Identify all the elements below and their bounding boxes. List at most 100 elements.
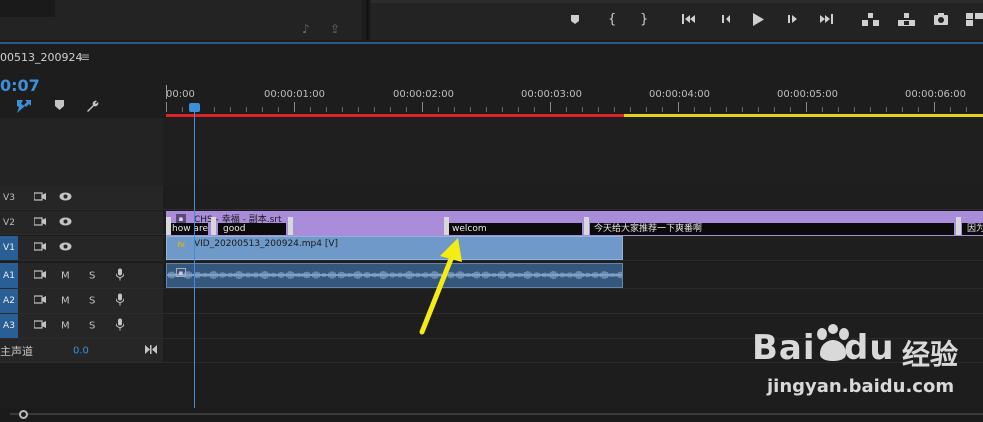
caption-edge-marker[interactable] <box>288 217 293 235</box>
snap-icon[interactable] <box>17 100 31 116</box>
playhead-handle[interactable] <box>189 103 200 112</box>
mark-out-icon[interactable]: } <box>640 10 648 28</box>
ruler-tick <box>966 107 967 112</box>
ruler-tick <box>534 107 535 112</box>
ruler-tick <box>454 107 455 112</box>
ruler-tick <box>742 107 743 112</box>
audio-only-icon[interactable]: ♪ <box>302 22 310 36</box>
sequence-menu-icon[interactable]: ≡ <box>80 50 90 64</box>
ruler-tick <box>326 107 327 112</box>
go-to-in-icon[interactable] <box>682 10 696 28</box>
ruler-tick <box>582 107 583 112</box>
sequence-tab[interactable]: 00513_200924 <box>0 51 82 64</box>
source-monitor-viewport <box>0 0 55 17</box>
mute-button[interactable]: M <box>61 270 70 281</box>
ruler-tick <box>934 102 935 112</box>
step-back-icon[interactable] <box>718 10 730 28</box>
track-lane-v3[interactable] <box>166 186 983 209</box>
play-icon[interactable] <box>752 10 764 28</box>
playhead-timecode[interactable]: 0:07 <box>0 76 40 95</box>
sync-lock-icon[interactable] <box>33 295 46 307</box>
track-header-empty-area <box>0 118 163 186</box>
solo-button[interactable]: S <box>89 296 95 307</box>
voice-over-mic-icon[interactable] <box>115 318 125 334</box>
track-header-a1: A1 M S <box>0 263 163 288</box>
add-marker-timeline-icon[interactable] <box>55 100 64 113</box>
ruler-tick <box>358 107 359 112</box>
ruler-tick <box>614 107 615 112</box>
zoom-scroll-handle[interactable] <box>19 410 28 419</box>
playhead-line <box>194 112 195 410</box>
solo-button[interactable]: S <box>89 270 95 281</box>
ruler-tick <box>870 107 871 112</box>
step-forward-icon[interactable] <box>788 10 800 28</box>
insert-icon[interactable] <box>862 10 879 28</box>
ruler-tick <box>502 107 503 112</box>
ruler-tick <box>342 107 343 112</box>
caption-edge-marker[interactable] <box>584 217 589 235</box>
video-clip-name: VID_20200513_200924.mp4 [V] <box>194 239 339 249</box>
solo-button[interactable]: S <box>89 321 95 332</box>
track-target-a2[interactable]: A2 <box>0 289 18 313</box>
ruler-tick <box>710 107 711 112</box>
ruler-tick <box>678 102 679 112</box>
ruler-label: 00:00:01:00 <box>264 89 326 100</box>
track-target-a1[interactable]: A1 <box>0 263 18 288</box>
ruler-label: 00:00 <box>166 89 195 100</box>
sync-lock-icon[interactable] <box>33 242 46 254</box>
master-volume-value[interactable]: 0.0 <box>73 345 89 356</box>
voice-over-mic-icon[interactable] <box>115 293 125 309</box>
sync-lock-icon[interactable] <box>33 320 46 332</box>
time-ruler[interactable]: 00:00 00:00:01:00 00:00:02:00 00:00:03:0… <box>166 76 983 118</box>
overwrite-icon[interactable] <box>898 10 915 28</box>
panel-separator <box>366 0 369 40</box>
caption-edge-marker[interactable] <box>166 217 171 235</box>
toggle-output-eye-icon[interactable] <box>59 242 72 254</box>
fx-effect-icon: fx <box>177 240 185 249</box>
ruler-label: 00:00:04:00 <box>649 89 711 100</box>
ruler-tick <box>806 102 807 112</box>
fx-icon: ▪ <box>176 214 186 223</box>
watermark-url: jingyan.baidu.com <box>767 376 955 397</box>
track-target-a3[interactable]: A3 <box>0 314 18 338</box>
ruler-tick <box>470 107 471 112</box>
mute-button[interactable]: M <box>61 321 70 332</box>
caption-edge-marker[interactable] <box>211 217 216 235</box>
go-to-out-icon[interactable] <box>820 10 834 28</box>
sync-lock-icon[interactable] <box>33 269 46 282</box>
go-to-end-icon[interactable] <box>145 344 157 357</box>
caption-edge-marker[interactable] <box>956 217 961 235</box>
watermark-cn: 经验 <box>902 338 959 371</box>
button-editor-icon[interactable] <box>966 10 983 28</box>
toggle-output-eye-icon[interactable] <box>59 192 72 204</box>
track-target-v3[interactable]: V3 <box>0 186 18 209</box>
audio-clip[interactable] <box>166 263 623 288</box>
export-frame-camera-icon[interactable] <box>934 10 948 28</box>
panel-focus-divider <box>0 42 983 44</box>
wrench-icon[interactable] <box>86 100 99 116</box>
sync-lock-icon[interactable] <box>33 216 46 229</box>
ruler-tick <box>758 107 759 112</box>
add-marker-icon[interactable] <box>570 10 580 28</box>
ruler-tick <box>550 102 551 112</box>
ruler-tick <box>694 107 695 112</box>
ruler-tick <box>566 107 567 112</box>
export-frame-icon[interactable]: ⇪ <box>330 22 340 36</box>
zoom-scroll-track[interactable] <box>10 413 983 415</box>
voice-over-mic-icon[interactable] <box>115 268 125 283</box>
subtitle-caption-text: 因为 <box>967 224 983 234</box>
mute-button[interactable]: M <box>61 296 70 307</box>
track-header-master: 主声道 0.0 <box>0 339 163 362</box>
ruler-tick <box>598 107 599 112</box>
track-target-v1[interactable]: V1 <box>0 236 18 260</box>
render-bar-unrendered <box>166 114 624 117</box>
toggle-output-eye-icon[interactable] <box>59 217 72 229</box>
track-header-v1: V1 <box>0 236 163 260</box>
ruler-tick <box>918 107 919 112</box>
mark-in-icon[interactable]: { <box>608 10 616 28</box>
ruler-tick <box>822 107 823 112</box>
track-target-v2[interactable]: V2 <box>0 211 18 234</box>
sync-lock-icon[interactable] <box>33 191 46 204</box>
ruler-tick <box>630 107 631 112</box>
baidu-watermark: Bai du 经验 jingyan.baidu.com <box>752 306 983 406</box>
